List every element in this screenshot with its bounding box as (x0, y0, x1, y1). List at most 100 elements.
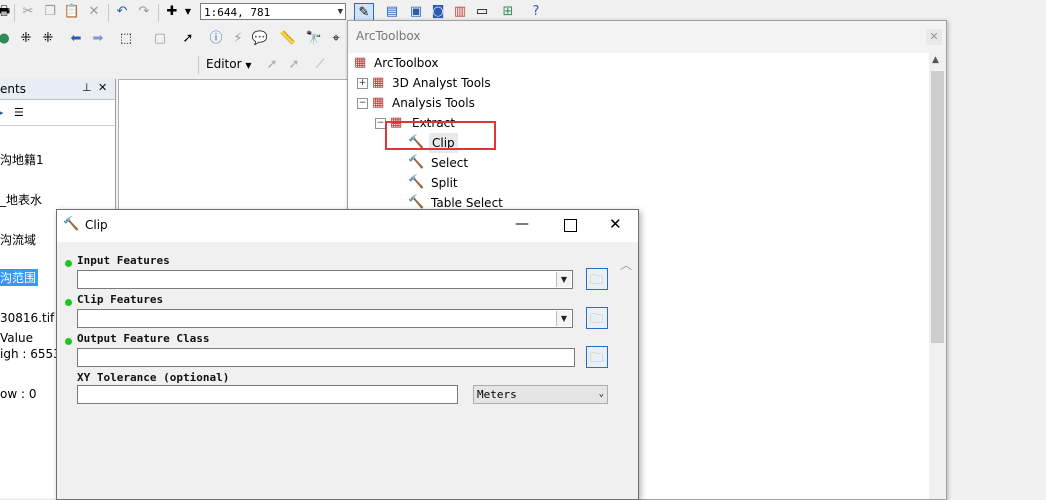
map-scale-value: 1:644, 781 (204, 6, 271, 19)
measure-icon[interactable]: 📏 (280, 31, 296, 47)
identify-icon[interactable]: ⓘ (208, 31, 224, 47)
toc-legend-label: igh : 6553 (0, 347, 61, 361)
pin-icon[interactable]: ⊥ (82, 81, 92, 94)
clip-features-label: Clip Features (77, 293, 164, 306)
back-arrow-icon[interactable]: ⬅ (68, 31, 84, 47)
copy-icon[interactable]: ❐ (42, 4, 58, 20)
output-feature-class-field[interactable] (77, 348, 575, 367)
add-data-icon[interactable]: ✚ (164, 4, 180, 20)
hammer-icon: 🔨 (63, 217, 80, 232)
select-elements-icon[interactable]: ➚ (180, 31, 196, 47)
toc-layer-item-selected[interactable]: 沟范围 (0, 269, 39, 286)
redo-icon[interactable]: ↷ (136, 4, 152, 20)
hyperlink-icon[interactable]: ⚡ (230, 31, 246, 47)
toc-layer-item[interactable]: _地表水 (0, 191, 42, 208)
toolbox-icon: ▦ (354, 55, 367, 70)
chevron-down-icon[interactable]: ⌄ (599, 386, 604, 403)
browse-folder-button[interactable]: 🗀 (586, 346, 608, 368)
toc-layer-item[interactable]: 沟流域 (0, 231, 36, 248)
help-icon[interactable]: ? (528, 4, 544, 20)
toc-title: ents (0, 82, 26, 96)
toolbar-separator (158, 4, 159, 22)
undo-icon[interactable]: ↶ (114, 4, 130, 20)
required-indicator-icon (65, 299, 72, 306)
editor-menu-label: Editor (206, 57, 242, 71)
full-extent-icon[interactable]: ● (0, 31, 12, 47)
toolbox-icon: ▦ (372, 75, 385, 90)
toc-toolbar: ▸ ☰ (0, 103, 115, 126)
hammer-icon: 🔨 (408, 175, 425, 190)
arctoolbox-title-bar[interactable]: ArcToolbox ✕ (348, 21, 946, 53)
xy-tolerance-field[interactable] (77, 385, 458, 404)
toc-header: ents ⊥ ✕ (0, 79, 115, 100)
clip-dialog-title: Clip (85, 218, 108, 232)
required-indicator-icon (65, 338, 72, 345)
clear-selection-icon[interactable]: ▢ (152, 31, 168, 47)
chevron-down-icon[interactable]: ▼ (556, 311, 571, 326)
find-icon[interactable]: 🔭 (306, 31, 322, 47)
browse-folder-button[interactable]: 🗀 (586, 268, 608, 290)
tree-item-analysis-tools[interactable]: Analysis Tools (392, 93, 475, 113)
table-of-contents-icon[interactable]: ▤ (384, 4, 400, 20)
forward-arrow-icon[interactable]: ➡ (90, 31, 106, 47)
folder-icon: 🗀 (590, 351, 604, 366)
toc-layer-item[interactable]: 沟地籍1 (0, 151, 44, 168)
expand-icon[interactable]: + (357, 78, 368, 89)
paste-icon[interactable]: 📋 (64, 4, 80, 20)
edit-tool-icon[interactable]: ➚ (264, 57, 280, 73)
maximize-icon[interactable] (564, 219, 577, 232)
scrollbar-thumb[interactable] (931, 71, 944, 343)
list-by-drawing-order-icon[interactable]: ▸ (0, 106, 4, 119)
units-dropdown[interactable]: Meters ⌄ (473, 385, 608, 404)
fixed-zoom-in-icon[interactable]: ⁜ (18, 31, 34, 47)
scroll-up-icon[interactable]: ▲ (932, 55, 939, 65)
toolbar-separator (198, 56, 199, 74)
folder-icon: 🗀 (590, 273, 604, 288)
map-scale-combobox[interactable]: 1:644, 781 ▼ (200, 3, 346, 20)
delete-icon[interactable]: ✕ (86, 4, 102, 20)
browse-folder-button[interactable]: 🗀 (586, 307, 608, 329)
close-icon[interactable]: ✕ (926, 29, 942, 45)
tree-item-split[interactable]: Split (431, 173, 458, 193)
units-value: Meters (477, 388, 517, 401)
collapse-icon[interactable]: − (357, 98, 368, 109)
vertical-scrollbar[interactable]: ▲ (929, 53, 946, 499)
python-window-icon[interactable]: ▭ (474, 4, 490, 20)
hammer-icon: 🔨 (408, 155, 425, 170)
fixed-zoom-out-icon[interactable]: ⁜ (40, 31, 56, 47)
clip-features-combobox[interactable]: ▼ (77, 309, 573, 328)
scroll-up-icon[interactable]: ︿ (620, 256, 632, 273)
catalog-icon[interactable]: ▣ (408, 4, 424, 20)
tree-item-3d-analyst-tools[interactable]: 3D Analyst Tools (392, 73, 491, 93)
input-features-combobox[interactable]: ▼ (77, 270, 573, 289)
chevron-down-icon[interactable]: ▼ (338, 4, 343, 21)
toolbar-separator (108, 4, 109, 22)
cut-icon[interactable]: ✂ (20, 4, 36, 20)
minimize-icon[interactable]: — (515, 216, 529, 232)
search-window-icon[interactable]: ◙ (430, 4, 446, 20)
tree-root[interactable]: ArcToolbox (374, 53, 438, 73)
xy-tolerance-label: XY Tolerance (optional) (77, 371, 230, 384)
clip-dialog-title-bar[interactable]: 🔨 Clip — ✕ (57, 210, 638, 242)
editor-menu[interactable]: Editor ▼ (206, 57, 252, 71)
close-icon[interactable]: ✕ (98, 81, 107, 94)
toc-layer-item[interactable]: 30816.tif - (0, 311, 62, 325)
chevron-down-icon[interactable]: ▼ (556, 272, 571, 287)
clip-dialog: 🔨 Clip — ✕ Input Features ▼ 🗀 Clip Featu… (56, 209, 639, 500)
tree-item-select[interactable]: Select (431, 153, 468, 173)
edit-annotation-icon[interactable]: ➚ (286, 57, 302, 73)
straight-segment-icon[interactable]: ⟋ (312, 57, 328, 73)
arctoolbox-icon[interactable]: ▥ (452, 4, 468, 20)
close-icon[interactable]: ✕ (609, 215, 622, 233)
print-icon[interactable]: 🖶 (0, 4, 12, 20)
highlight-box (385, 121, 496, 150)
list-by-source-icon[interactable]: ☰ (14, 106, 24, 119)
arctoolbox-title: ArcToolbox (356, 29, 421, 43)
required-indicator-icon (65, 260, 72, 267)
chevron-down-icon[interactable]: ▼ (180, 4, 196, 20)
chevron-down-icon: ▼ (245, 61, 252, 70)
model-builder-icon[interactable]: ⊞ (500, 4, 516, 20)
html-popup-icon[interactable]: 💬 (252, 31, 268, 47)
select-features-icon[interactable]: ⬚ (118, 31, 134, 47)
go-to-xy-icon[interactable]: ⌖ (328, 31, 344, 47)
